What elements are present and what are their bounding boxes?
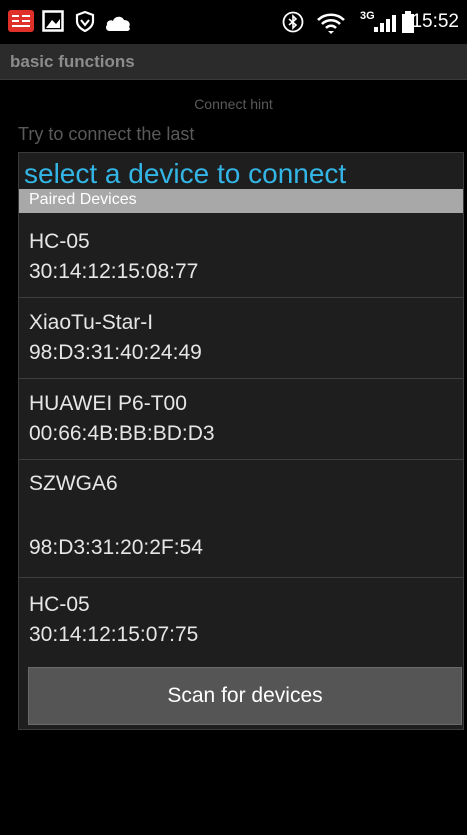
news-app-icon: [8, 10, 34, 37]
dialog-title: select a device to connect: [24, 158, 347, 189]
device-address: 30:14:12:15:08:77: [29, 260, 199, 283]
device-picker-dialog: select a device to connect Paired Device…: [18, 152, 464, 730]
bluetooth-icon: [282, 11, 304, 38]
device-name: HC-05: [29, 230, 90, 253]
wifi-icon: [316, 12, 346, 39]
paired-devices-label: Paired Devices: [29, 191, 137, 208]
cloud-icon: [104, 14, 132, 37]
paired-devices-header: Paired Devices: [19, 189, 463, 213]
signal-icon: [374, 14, 396, 37]
device-name: XiaoTu-Star-I: [29, 311, 154, 334]
device-name: HC-05: [29, 593, 90, 616]
reconnect-text: Try to connect the last: [18, 124, 195, 144]
shield-icon: [74, 10, 96, 37]
device-name: HUAWEI P6-T00: [29, 392, 187, 415]
device-list-item[interactable]: HUAWEI P6-T00 00:66:4B:BB:BD:D3: [19, 379, 463, 460]
status-bar: 3G 15:52: [0, 0, 467, 44]
device-address: 00:66:4B:BB:BD:D3: [29, 422, 215, 445]
device-list-item[interactable]: HC-05 30:14:12:15:07:75: [19, 578, 463, 659]
device-list-item[interactable]: HC-05 30:14:12:15:08:77: [19, 217, 463, 298]
device-name: SZWGA6: [29, 472, 118, 495]
app-bar: basic functions: [0, 44, 467, 80]
device-address: 30:14:12:15:07:75: [29, 623, 199, 646]
app-title: basic functions: [10, 52, 135, 71]
device-address: 98:D3:31:20:2F:54: [29, 536, 203, 559]
image-icon: [42, 10, 64, 37]
network-type-label: 3G: [360, 10, 375, 22]
device-list-item[interactable]: SZWGA6 98:D3:31:20:2F:54: [19, 460, 463, 578]
phone-screen: 3G 15:52 basic functions Connect hint Tr…: [0, 0, 467, 835]
scan-for-devices-button[interactable]: Scan for devices: [28, 667, 462, 725]
device-list-item[interactable]: XiaoTu-Star-I 98:D3:31:40:24:49: [19, 298, 463, 379]
clock: 15:52: [411, 11, 459, 32]
device-address: 98:D3:31:40:24:49: [29, 341, 202, 364]
connect-hint-label: Connect hint: [194, 96, 273, 112]
